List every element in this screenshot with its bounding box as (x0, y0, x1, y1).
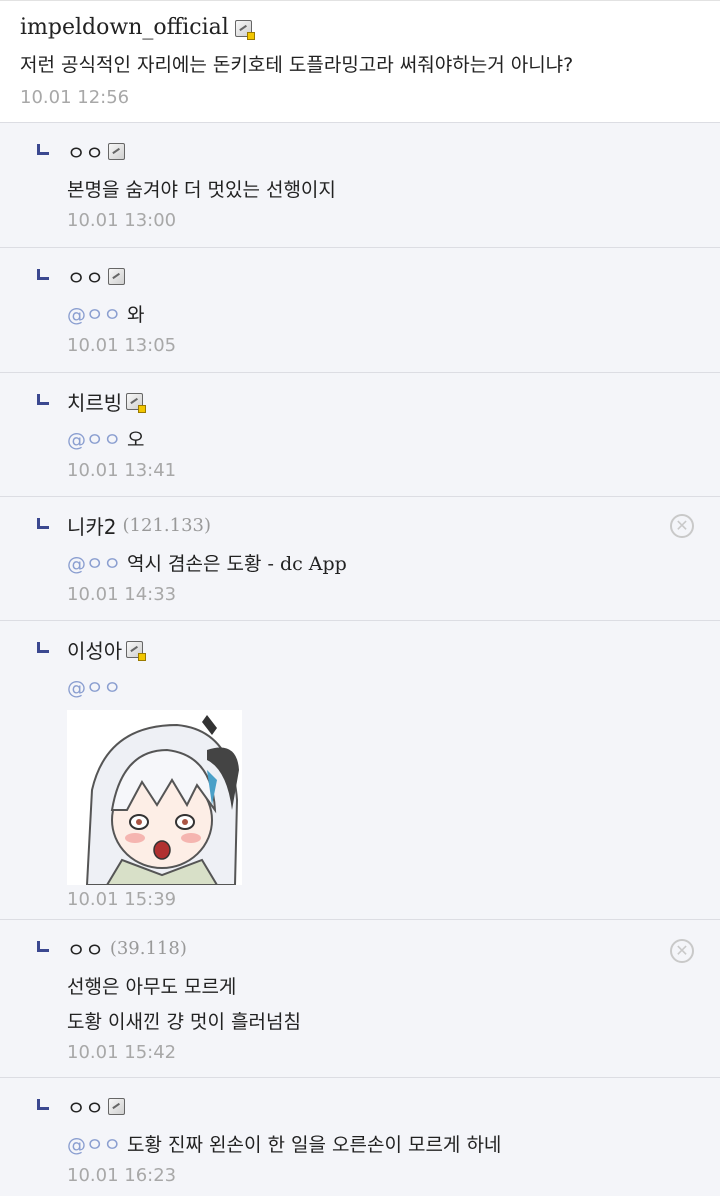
mention-tag[interactable]: @ㅇㅇ (67, 1134, 121, 1156)
gallog-icon[interactable] (107, 1097, 125, 1115)
close-circle-icon[interactable]: ✕ (670, 939, 694, 963)
reply-arrow-icon (37, 143, 49, 155)
reply-arrow-icon (37, 268, 49, 280)
comment-date: 10.01 12:56 (20, 87, 130, 108)
reply-item: 니카2 (121.133) ✕ @ㅇㅇ 역시 겸손은 도황 - dc App 1… (0, 497, 720, 621)
reply-author[interactable]: 치르빙 (67, 387, 147, 416)
ip-address: (39.118) (109, 937, 187, 959)
reply-item: ㅇㅇ 본명을 숨겨야 더 멋있는 선행이지 10.01 13:00 (0, 123, 720, 248)
reply-text: 선행은 아무도 모르게 (67, 976, 237, 998)
reply-date: 10.01 15:42 (67, 1042, 177, 1063)
reply-text: 와 (127, 304, 145, 326)
gallog-icon[interactable] (126, 640, 147, 661)
reply-item: 치르빙 @ㅇㅇ 오 10.01 13:41 (0, 373, 720, 497)
comment-author[interactable]: impeldown_official (20, 13, 720, 43)
reply-date: 10.01 13:41 (67, 460, 177, 481)
reply-text: 역시 겸손은 도황 - dc App (127, 553, 347, 575)
ip-address: (121.133) (122, 514, 212, 536)
comment-text: 저런 공식적인 자리에는 돈키호테 도플라밍고라 써줘야하는거 아니냐? (20, 54, 574, 76)
reply-text: 도황 진짜 왼손이 한 일을 오른손이 모르게 하네 (127, 1134, 502, 1156)
reply-arrow-icon (37, 393, 49, 405)
reply-text: 본명을 숨겨야 더 멋있는 선행이지 (67, 179, 336, 201)
reply-date: 10.01 15:39 (67, 889, 177, 910)
reply-item: ㅇㅇ @ㅇㅇ 와 10.01 13:05 (0, 248, 720, 373)
gallog-icon[interactable] (126, 392, 147, 413)
reply-author[interactable]: ㅇㅇ (67, 1092, 125, 1121)
reply-author[interactable]: 이성아 (67, 635, 147, 664)
close-circle-icon[interactable]: ✕ (670, 514, 694, 538)
reply-arrow-icon (37, 940, 49, 952)
reply-date: 10.01 16:23 (67, 1165, 177, 1186)
reply-item: ㅇㅇ (39.118) ✕ 선행은 아무도 모르게 도황 이새낀 걍 멋이 흘러… (0, 920, 720, 1078)
reply-author[interactable]: 니카2 (121.133) (67, 511, 211, 540)
anime-girl-sticker-icon (67, 710, 242, 885)
reply-author[interactable]: ㅇㅇ (67, 137, 125, 166)
mention-tag[interactable]: @ㅇㅇ (67, 553, 121, 575)
gallog-icon[interactable] (107, 142, 125, 160)
gallog-icon[interactable] (234, 19, 255, 40)
reply-date: 10.01 14:33 (67, 584, 177, 605)
mention-tag[interactable]: @ㅇㅇ (67, 429, 121, 451)
reply-arrow-icon (37, 1098, 49, 1110)
original-comment: impeldown_official 저런 공식적인 자리에는 돈키호테 도플라… (0, 0, 720, 123)
reply-item: ㅇㅇ @ㅇㅇ 도황 진짜 왼손이 한 일을 오른손이 모르게 하네 10.01 … (0, 1078, 720, 1196)
reply-item: 이성아 @ㅇㅇ 10.01 15:39 (0, 621, 720, 920)
dccon-sticker-image (67, 710, 242, 885)
reply-author[interactable]: ㅇㅇ (39.118) (67, 934, 187, 963)
reply-author[interactable]: ㅇㅇ (67, 262, 125, 291)
reply-text: 오 (127, 429, 145, 451)
reply-arrow-icon (37, 517, 49, 529)
reply-date: 10.01 13:00 (67, 210, 177, 231)
reply-arrow-icon (37, 641, 49, 653)
reply-date: 10.01 13:05 (67, 335, 177, 356)
gallog-icon[interactable] (107, 267, 125, 285)
mention-tag[interactable]: @ㅇㅇ (67, 677, 121, 699)
reply-text: 도황 이새낀 걍 멋이 흘러넘침 (67, 1011, 301, 1033)
mention-tag[interactable]: @ㅇㅇ (67, 304, 121, 326)
